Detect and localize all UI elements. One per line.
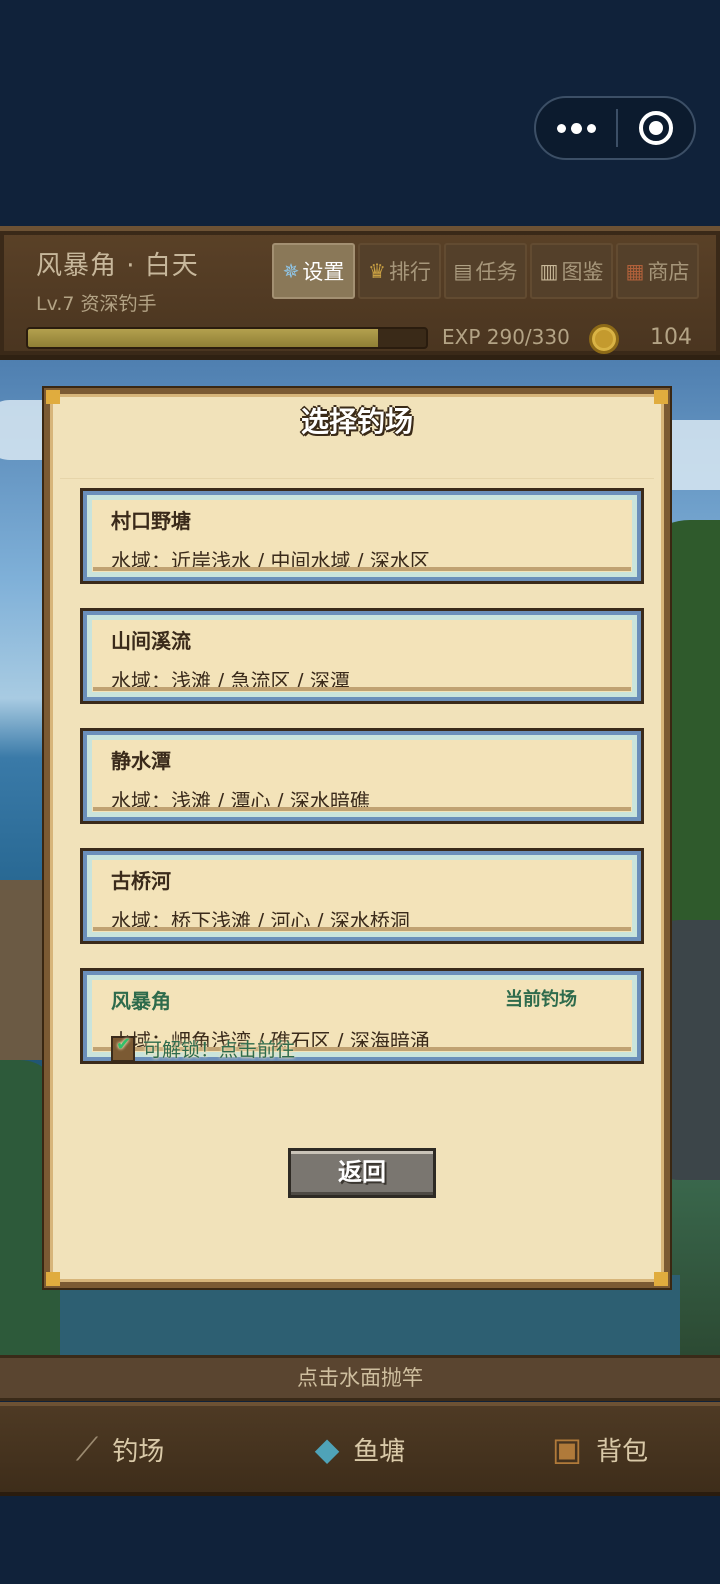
nav-fish-pond-label: 鱼塘 bbox=[353, 1436, 406, 1467]
exp-text: EXP 290/330 bbox=[442, 325, 570, 349]
top-hud: 风暴角 · 白天 Lv.7 资深钓手 ✵ 设置 ♛ 排行 ▤ 任务 ▥ 图鉴 ▦… bbox=[0, 226, 720, 360]
crown-icon: ♛ bbox=[368, 259, 386, 283]
miniprogram-capsule bbox=[534, 96, 696, 160]
tab-shop[interactable]: ▦ 商店 bbox=[616, 243, 699, 299]
back-button[interactable]: 返回 bbox=[288, 1148, 436, 1198]
spot-name: 静水潭 bbox=[111, 749, 171, 773]
tab-tasks[interactable]: ▤ 任务 bbox=[444, 243, 527, 299]
spot-divider bbox=[93, 687, 631, 691]
spot-name: 古桥河 bbox=[111, 869, 171, 893]
book-icon: ▥ bbox=[539, 259, 559, 283]
coin-icon bbox=[589, 324, 619, 354]
corner-ornament bbox=[46, 1272, 60, 1286]
spot-divider bbox=[93, 927, 631, 931]
spot-card-storm-cape[interactable]: 风暴角 当前钓场 水域：岬角浅湾 / 礁石区 / 深海暗涌 可解锁！点击前往 bbox=[80, 968, 644, 1064]
spot-card-old-bridge-river[interactable]: 古桥河 水域：桥下浅滩 / 河心 / 深水桥洞 bbox=[80, 848, 644, 944]
nav-fishing-spot-label: 钓场 bbox=[112, 1436, 165, 1467]
spot-card-village-pond[interactable]: 村口野塘 水域：近岸浅水 / 中间水域 / 深水区 bbox=[80, 488, 644, 584]
cast-hint-bar[interactable]: 点击水面抛竿 bbox=[0, 1355, 720, 1401]
tab-tasks-label: 任务 bbox=[475, 260, 518, 284]
spot-card-still-pool[interactable]: 静水潭 水域：浅滩 / 潭心 / 深水暗礁 bbox=[80, 728, 644, 824]
current-spot-badge: 当前钓场 bbox=[505, 989, 577, 1010]
chest-check-icon bbox=[111, 1034, 135, 1062]
player-level: Lv.7 资深钓手 bbox=[36, 293, 157, 315]
fishing-rod-icon: ⟋ bbox=[75, 1430, 99, 1468]
more-menu-icon[interactable] bbox=[536, 98, 616, 158]
coin-count: 104 bbox=[650, 325, 692, 350]
bottom-nav: ⟋ 钓场 ◆ 鱼塘 ▣ 背包 bbox=[0, 1402, 720, 1496]
backpack-icon: ▣ bbox=[551, 1430, 583, 1468]
unlock-hint[interactable]: 可解锁！点击前往 bbox=[111, 1034, 296, 1062]
tab-collection-label: 图鉴 bbox=[561, 260, 604, 284]
close-miniprogram-icon[interactable] bbox=[618, 98, 694, 158]
nav-fish-pond[interactable]: ◆ 鱼塘 bbox=[240, 1431, 480, 1468]
tab-shop-label: 商店 bbox=[647, 260, 690, 284]
nav-backpack-label: 背包 bbox=[596, 1436, 649, 1467]
tab-collection[interactable]: ▥ 图鉴 bbox=[530, 243, 613, 299]
scroll-icon: ▤ bbox=[453, 259, 473, 283]
spot-name: 山间溪流 bbox=[111, 629, 191, 653]
unlock-hint-text: 可解锁！点击前往 bbox=[143, 1039, 296, 1061]
spot-name: 风暴角 bbox=[111, 989, 171, 1013]
exp-progress-fill bbox=[28, 329, 378, 347]
dialog-title: 选择钓场 bbox=[300, 405, 413, 438]
tab-ranking-label: 排行 bbox=[388, 260, 431, 284]
spot-card-mountain-stream[interactable]: 山间溪流 水域：浅滩 / 急流区 / 深潭 bbox=[80, 608, 644, 704]
gear-icon: ✵ bbox=[282, 259, 300, 283]
location-label: 风暴角 · 白天 bbox=[36, 251, 199, 281]
nav-backpack[interactable]: ▣ 背包 bbox=[480, 1431, 720, 1468]
tab-settings-label: 设置 bbox=[302, 260, 345, 284]
spot-divider bbox=[93, 567, 631, 571]
title-divider bbox=[60, 478, 654, 479]
nav-fishing-spot[interactable]: ⟋ 钓场 bbox=[0, 1431, 240, 1468]
exp-progress-bar bbox=[26, 327, 428, 349]
spot-list: 村口野塘 水域：近岸浅水 / 中间水域 / 深水区 山间溪流 水域：浅滩 / 急… bbox=[80, 488, 644, 1088]
spot-name: 村口野塘 bbox=[111, 509, 191, 533]
tab-settings[interactable]: ✵ 设置 bbox=[272, 243, 355, 299]
tab-ranking[interactable]: ♛ 排行 bbox=[358, 243, 441, 299]
fish-icon: ◆ bbox=[314, 1430, 340, 1468]
select-spot-dialog: 选择钓场 村口野塘 水域：近岸浅水 / 中间水域 / 深水区 山间溪流 水域：浅… bbox=[44, 388, 670, 1288]
corner-ornament bbox=[654, 1272, 668, 1286]
shop-icon: ▦ bbox=[625, 259, 645, 283]
spot-divider bbox=[93, 807, 631, 811]
hud-tab-bar: ✵ 设置 ♛ 排行 ▤ 任务 ▥ 图鉴 ▦ 商店 bbox=[272, 243, 699, 299]
